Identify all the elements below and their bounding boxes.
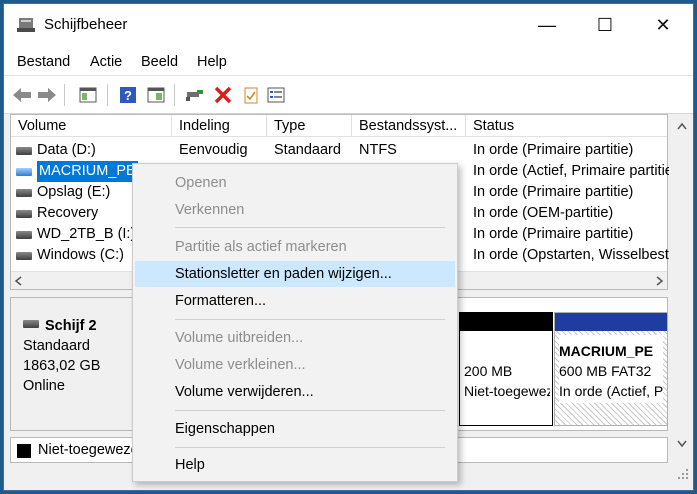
partition-size: 200 MB <box>464 363 513 379</box>
volume-name: Opslag (E:) <box>37 184 111 200</box>
volume-status: In orde (OEM-partitie) <box>473 205 614 221</box>
volume-name: MACRIUM_PE <box>37 161 138 182</box>
volume-status: In orde (Opstarten, Wisselbestand, Crash… <box>473 247 669 263</box>
volume-name: WD_2TB_B (I:) <box>37 226 136 242</box>
partition-unallocated[interactable]: 200 MB Niet-toegewezen <box>459 312 553 426</box>
partition-macrium-pe[interactable]: MACRIUM_PE 600 MB FAT32 In orde (Actief,… <box>554 312 668 426</box>
partition-status: In orde (Actief, Primaire partitie) <box>559 383 663 399</box>
disk-kind: Standaard <box>23 338 90 354</box>
context-menu: Openen Verkennen Partitie als actief mar… <box>132 163 458 482</box>
scroll-down-icon[interactable] <box>677 440 687 448</box>
toolbar: ? <box>4 76 693 114</box>
menu-item-help[interactable]: Help <box>135 452 455 478</box>
maximize-button[interactable]: ☐ <box>576 4 634 46</box>
volume-name: Data (D:) <box>37 142 96 158</box>
table-row[interactable]: Data (D:) Eenvoudig Standaard NTFS In or… <box>11 140 667 161</box>
disk-2-label[interactable]: Schijf 2 Standaard 1863,02 GB Online <box>11 298 135 430</box>
minimize-button[interactable]: — <box>518 4 576 46</box>
volume-type: Standaard <box>274 142 341 158</box>
partition-name: MACRIUM_PE <box>559 343 654 359</box>
legend-label: Niet-toegewezen <box>38 442 147 458</box>
volume-name: Recovery <box>37 205 99 221</box>
partition-status: Niet-toegewezen <box>464 383 550 399</box>
disk-size: 1863,02 GB <box>23 358 101 374</box>
list-view-icon[interactable] <box>265 84 287 106</box>
partition-bar <box>555 313 667 331</box>
menu-item-openen[interactable]: Openen <box>135 170 455 196</box>
volume-table-header: Volume Indeling Type Bestandssyst... Sta… <box>11 115 667 137</box>
partition-size: 600 MB FAT32 <box>559 363 652 379</box>
col-status[interactable]: Status <box>466 115 669 137</box>
close-button[interactable]: ✕ <box>634 4 692 46</box>
svg-text:?: ? <box>124 88 132 103</box>
drive-icon <box>16 251 32 260</box>
col-indeling[interactable]: Indeling <box>172 115 267 137</box>
forward-arrow-icon[interactable] <box>36 84 58 106</box>
drive-icon <box>16 146 32 155</box>
volume-indeling: Eenvoudig <box>179 142 248 158</box>
menu-item-stationsletter-wijzigen[interactable]: Stationsletter en paden wijzigen... <box>135 261 455 287</box>
menu-item-formatteren[interactable]: Formatteren... <box>135 288 455 314</box>
volume-status: In orde (Primaire partitie) <box>473 142 634 158</box>
volume-status: In orde (Primaire partitie) <box>473 184 634 200</box>
title-bar[interactable]: Schijfbeheer — ☐ ✕ <box>4 4 693 46</box>
unallocated-swatch <box>17 444 31 458</box>
menu-actie[interactable]: Actie <box>90 54 122 70</box>
menu-item-volume-uitbreiden[interactable]: Volume uitbreiden... <box>135 325 455 351</box>
drive-icon <box>16 188 32 197</box>
help-icon[interactable]: ? <box>117 84 139 106</box>
drive-icon <box>16 230 32 239</box>
checklist-icon[interactable] <box>240 84 262 106</box>
menu-item-eigenschappen[interactable]: Eigenschappen <box>135 416 455 442</box>
volume-status: In orde (Actief, Primaire partitie) <box>473 163 669 179</box>
window-title: Schijfbeheer <box>44 16 128 33</box>
drive-icon <box>16 167 32 176</box>
properties-icon[interactable] <box>145 84 167 106</box>
back-arrow-icon[interactable] <box>11 84 33 106</box>
scroll-right-icon[interactable] <box>656 276 664 286</box>
disk-management-app-icon <box>17 18 35 32</box>
col-type[interactable]: Type <box>267 115 352 137</box>
menu-bestand[interactable]: Bestand <box>17 54 70 70</box>
scroll-up-icon[interactable] <box>677 122 687 130</box>
scroll-left-icon[interactable] <box>14 276 22 286</box>
menu-item-verkennen[interactable]: Verkennen <box>135 197 455 223</box>
drive-icon <box>16 209 32 218</box>
console-tree-icon[interactable] <box>77 84 99 106</box>
volume-fs: NTFS <box>359 142 397 158</box>
resize-grip-icon[interactable] <box>676 467 690 481</box>
menu-item-volume-verkleinen[interactable]: Volume verkleinen... <box>135 352 455 378</box>
col-volume[interactable]: Volume <box>11 115 172 137</box>
disk-management-window: Schijfbeheer — ☐ ✕ Bestand Actie Beeld H… <box>3 3 694 491</box>
disk-icon <box>23 320 39 328</box>
menu-bar: Bestand Actie Beeld Help <box>4 46 693 76</box>
volume-name: Windows (C:) <box>37 247 125 263</box>
menu-item-partitie-actief[interactable]: Partitie als actief markeren <box>135 234 455 260</box>
menu-item-volume-verwijderen[interactable]: Volume verwijderen... <box>135 379 455 405</box>
menu-help[interactable]: Help <box>197 54 227 70</box>
menu-beeld[interactable]: Beeld <box>141 54 178 70</box>
volume-status: In orde (Primaire partitie) <box>473 226 634 242</box>
col-bestandssysteem[interactable]: Bestandssyst... <box>352 115 466 137</box>
vertical-scrollbar[interactable] <box>673 114 691 464</box>
connect-icon[interactable] <box>184 84 206 106</box>
disk-name: Schijf 2 <box>45 318 97 334</box>
partition-bar <box>460 313 552 331</box>
delete-icon[interactable] <box>212 84 234 106</box>
disk-state: Online <box>23 378 65 394</box>
